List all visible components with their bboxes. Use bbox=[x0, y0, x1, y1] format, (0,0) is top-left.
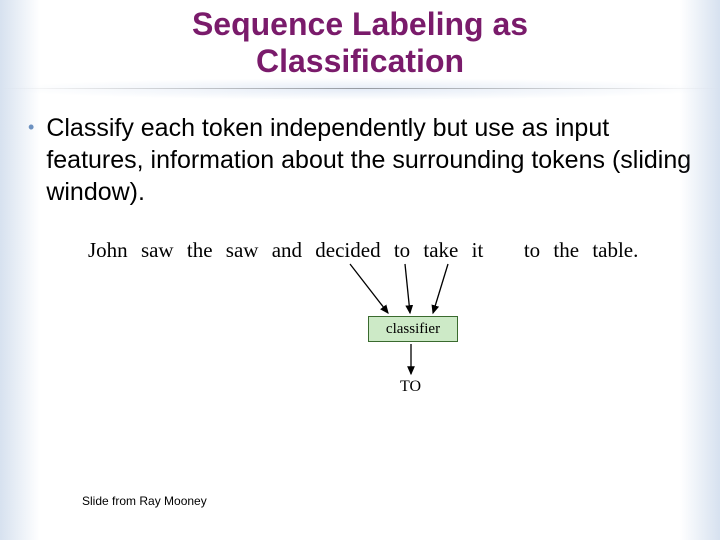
bullet-dot-icon: • bbox=[28, 112, 34, 142]
title-separator bbox=[0, 88, 720, 89]
classifier-label: classifier bbox=[386, 321, 440, 337]
slide-title: Sequence Labeling as Classification bbox=[0, 0, 720, 92]
diagram: John saw the saw and decided to take it … bbox=[88, 238, 692, 438]
title-line-1: Sequence Labeling as bbox=[192, 6, 528, 42]
bullet-text: Classify each token independently but us… bbox=[46, 112, 692, 208]
slide-credit: Slide from Ray Mooney bbox=[82, 494, 207, 508]
title-line-2: Classification bbox=[256, 43, 464, 79]
slide-body: • Classify each token independently but … bbox=[0, 92, 720, 438]
output-tag: TO bbox=[400, 378, 421, 396]
bullet-item: • Classify each token independently but … bbox=[28, 112, 692, 208]
classifier-box: classifier bbox=[368, 316, 458, 342]
